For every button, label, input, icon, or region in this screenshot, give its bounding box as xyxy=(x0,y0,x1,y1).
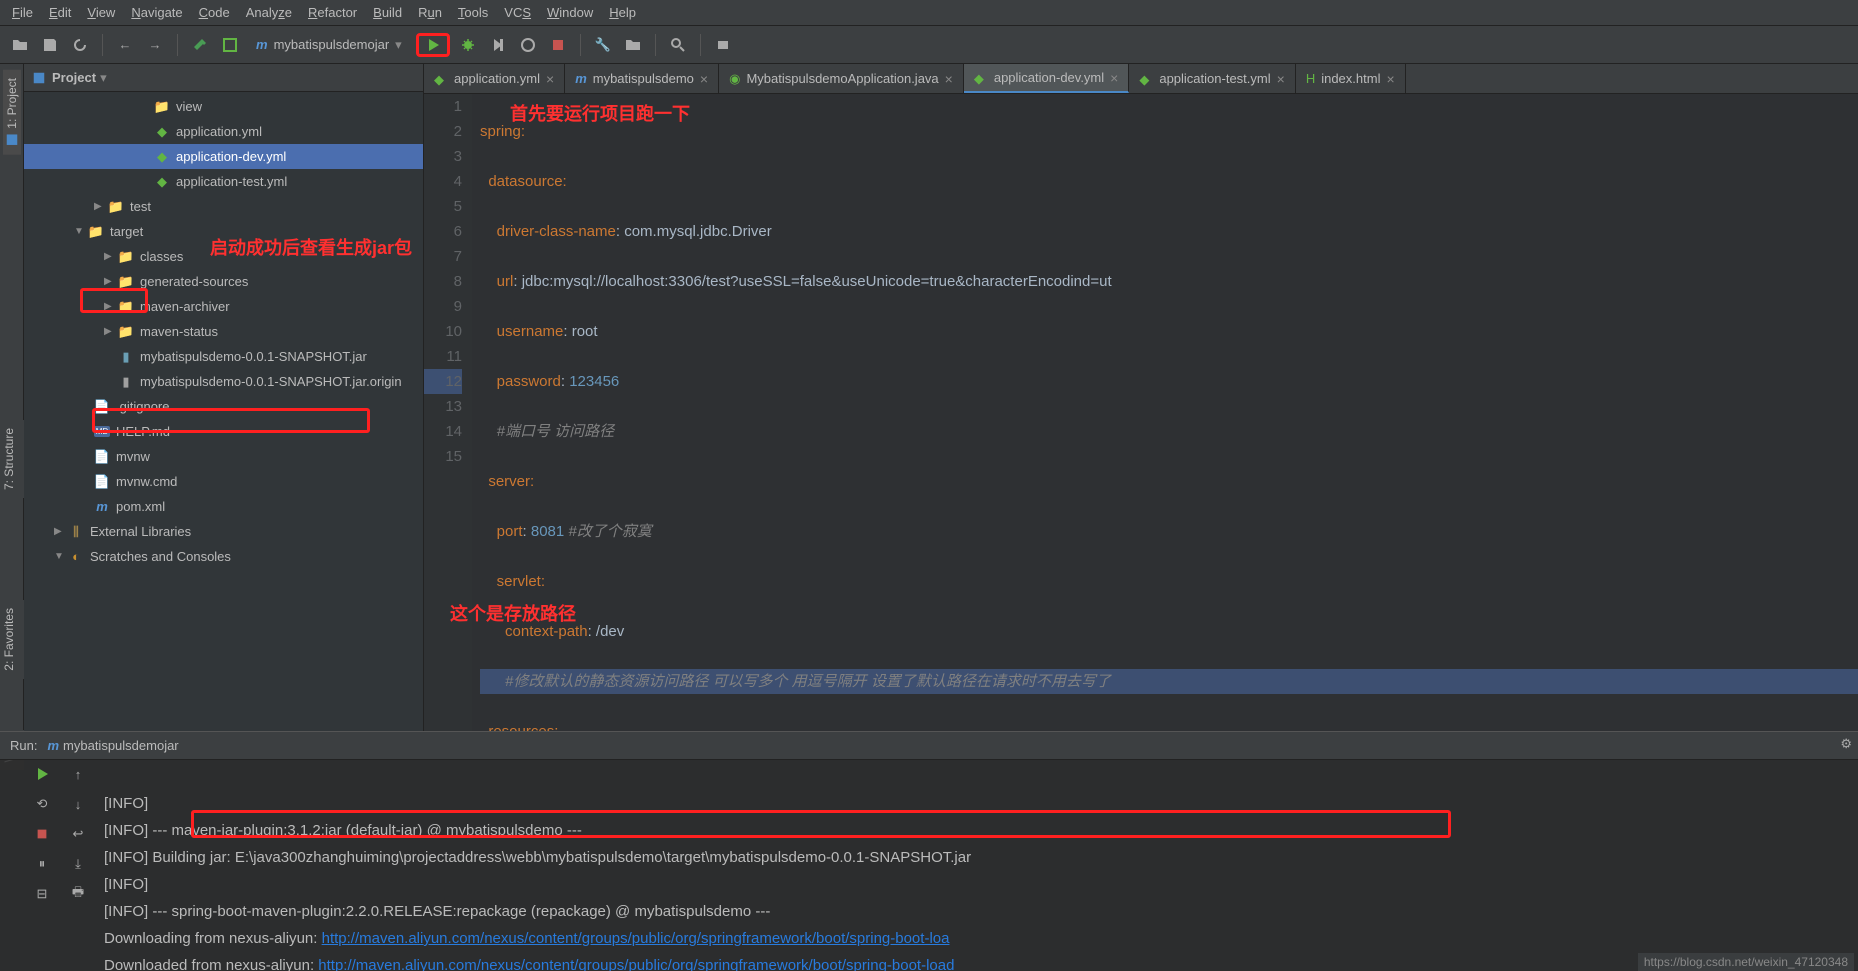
attach-icon[interactable] xyxy=(711,33,735,57)
close-icon[interactable]: × xyxy=(1386,71,1394,87)
menu-navigate[interactable]: Navigate xyxy=(123,2,190,23)
debug-button[interactable] xyxy=(456,33,480,57)
menu-code[interactable]: Code xyxy=(191,2,238,23)
menu-edit[interactable]: Edit xyxy=(41,2,79,23)
tree-file-application-test-yml[interactable]: ◆application-test.yml xyxy=(24,169,423,194)
run-config-label: mybatispulsdemojar xyxy=(274,37,390,52)
run-panel-config[interactable]: mmybatispulsdemojar xyxy=(47,738,178,753)
open-icon[interactable] xyxy=(8,33,32,57)
menu-build[interactable]: Build xyxy=(365,2,410,23)
vtab-favorites-container: 2: Favorites xyxy=(0,600,24,679)
soft-wrap-icon[interactable]: ↩ xyxy=(68,824,88,844)
menu-analyze[interactable]: Analyze xyxy=(238,2,300,23)
maven-icon: m xyxy=(256,37,268,52)
project-structure-icon[interactable] xyxy=(621,33,645,57)
tree-file-pom-xml[interactable]: mpom.xml xyxy=(24,494,423,519)
tree-file-snapshot-jar-origin[interactable]: ▮mybatispulsdemo-0.0.1-SNAPSHOT.jar.orig… xyxy=(24,369,423,394)
menu-refactor[interactable]: Refactor xyxy=(300,2,365,23)
search-everywhere-icon[interactable] xyxy=(666,33,690,57)
chevron-down-icon: ▾ xyxy=(100,70,107,86)
scroll-to-end-icon[interactable]: ⤓ xyxy=(68,854,88,874)
print-icon[interactable]: 🖶 xyxy=(68,884,88,904)
run-toolbar-secondary: ↑ ↓ ↩ ⤓ 🖶 xyxy=(60,732,96,971)
stop-icon[interactable] xyxy=(32,824,52,844)
pause-icon[interactable]: ⏸ xyxy=(32,854,52,874)
sync-icon[interactable] xyxy=(68,33,92,57)
menu-file[interactable]: File xyxy=(4,2,41,23)
red-outline-building-jar xyxy=(191,810,1451,838)
watermark: https://blog.csdn.net/weixin_47120348 xyxy=(1638,953,1854,971)
close-icon[interactable]: × xyxy=(1110,70,1118,86)
tree-folder-target[interactable]: ▼📁target xyxy=(24,219,423,244)
settings-icon[interactable]: 🔧 xyxy=(591,33,615,57)
tab-application-dev-yml[interactable]: ◆application-dev.yml× xyxy=(964,64,1130,93)
run-tool-window: Run: mmybatispulsdemojar ⚙ ⟲ ⏸ ⊟ ↑ ↓ ↩ ⤓… xyxy=(0,731,1858,971)
editor[interactable]: 123456789101112131415 spring: datasource… xyxy=(424,94,1858,731)
menu-help[interactable]: Help xyxy=(601,2,644,23)
project-panel-header[interactable]: Project ▾ xyxy=(24,64,423,92)
down-trace-icon[interactable]: ↓ xyxy=(68,794,88,814)
menu-run[interactable]: Run xyxy=(410,2,450,23)
tab-mybatispulsdemo[interactable]: mmybatispulsdemo× xyxy=(565,64,719,93)
select-target-icon[interactable] xyxy=(218,33,242,57)
close-icon[interactable]: × xyxy=(700,71,708,87)
back-icon[interactable]: ← xyxy=(113,33,137,57)
tab-application-test-yml[interactable]: ◆application-test.yml× xyxy=(1129,64,1295,93)
run-panel-header: Run: mmybatispulsdemojar ⚙ xyxy=(0,732,1858,760)
vtab-favorites[interactable]: 2: Favorites xyxy=(0,600,18,679)
tree-scratches[interactable]: ▼◐Scratches and Consoles xyxy=(24,544,423,569)
tree-file-snapshot-jar[interactable]: ▮mybatispulsdemo-0.0.1-SNAPSHOT.jar xyxy=(24,344,423,369)
run-coverage-icon[interactable] xyxy=(486,33,510,57)
console-output[interactable]: [INFO] [INFO] --- maven-jar-plugin:3.1.2… xyxy=(96,732,1858,971)
main-area: 1: Project Project ▾ 📁view ◆application.… xyxy=(0,64,1858,731)
tab-application-java[interactable]: ◉MybatispulsdemoApplication.java× xyxy=(719,64,964,93)
toolbar: ← → m mybatispulsdemojar ▾ 🔧 xyxy=(0,26,1858,64)
tree-file-mvnw[interactable]: 📄mvnw xyxy=(24,444,423,469)
red-outline-target xyxy=(80,288,148,313)
tree-folder-test[interactable]: ▶📁test xyxy=(24,194,423,219)
menu-bar: File Edit View Navigate Code Analyze Ref… xyxy=(0,0,1858,26)
build-hammer-icon[interactable] xyxy=(188,33,212,57)
forward-icon[interactable]: → xyxy=(143,33,167,57)
close-icon[interactable]: × xyxy=(945,71,953,87)
tree-folder-view[interactable]: 📁view xyxy=(24,94,423,119)
menu-vcs[interactable]: VCS xyxy=(496,2,539,23)
close-icon[interactable]: × xyxy=(546,71,554,87)
red-outline-jar-file xyxy=(92,408,370,433)
menu-tools[interactable]: Tools xyxy=(450,2,496,23)
tree-folder-maven-status[interactable]: ▶📁maven-status xyxy=(24,319,423,344)
vtab-structure[interactable]: 7: Structure xyxy=(0,420,18,498)
rerun-icon[interactable] xyxy=(32,764,52,784)
tree-file-application-dev-yml[interactable]: ◆application-dev.yml xyxy=(24,144,423,169)
line-gutter: 123456789101112131415 xyxy=(424,94,472,731)
run-toolbar-left: ⟲ ⏸ ⊟ xyxy=(24,732,60,971)
editor-tabs: ◆application.yml× mmybatispulsdemo× ◉Myb… xyxy=(424,64,1858,94)
attach-debugger-icon[interactable]: ⟲ xyxy=(32,794,52,814)
menu-view[interactable]: View xyxy=(79,2,123,23)
tree-folder-classes[interactable]: ▶📁classes xyxy=(24,244,423,269)
code-content[interactable]: spring: datasource: driver-class-name: c… xyxy=(472,94,1858,731)
tree-file-mvnw-cmd[interactable]: 📄mvnw.cmd xyxy=(24,469,423,494)
vtab-project[interactable]: 1: Project xyxy=(3,70,21,155)
run-config-selector[interactable]: m mybatispulsdemojar ▾ xyxy=(248,35,410,55)
close-icon[interactable]: × xyxy=(1277,71,1285,87)
run-button[interactable] xyxy=(416,33,450,57)
vtab-structure-container: 7: Structure xyxy=(0,420,24,498)
menu-window[interactable]: Window xyxy=(539,2,601,23)
exit-icon[interactable]: ⊟ xyxy=(32,884,52,904)
stop-button[interactable] xyxy=(546,33,570,57)
tab-application-yml[interactable]: ◆application.yml× xyxy=(424,64,565,93)
editor-area: ◆application.yml× mmybatispulsdemo× ◉Myb… xyxy=(424,64,1858,731)
tab-index-html[interactable]: Hindex.html× xyxy=(1296,64,1406,93)
gear-icon[interactable]: ⚙ xyxy=(1840,736,1852,752)
profiler-icon[interactable] xyxy=(516,33,540,57)
save-all-icon[interactable] xyxy=(38,33,62,57)
tree-file-application-yml[interactable]: ◆application.yml xyxy=(24,119,423,144)
project-tool-window: Project ▾ 📁view ◆application.yml ◆applic… xyxy=(24,64,424,731)
up-trace-icon[interactable]: ↑ xyxy=(68,764,88,784)
tree-external-libraries[interactable]: ▶⫼External Libraries xyxy=(24,519,423,544)
